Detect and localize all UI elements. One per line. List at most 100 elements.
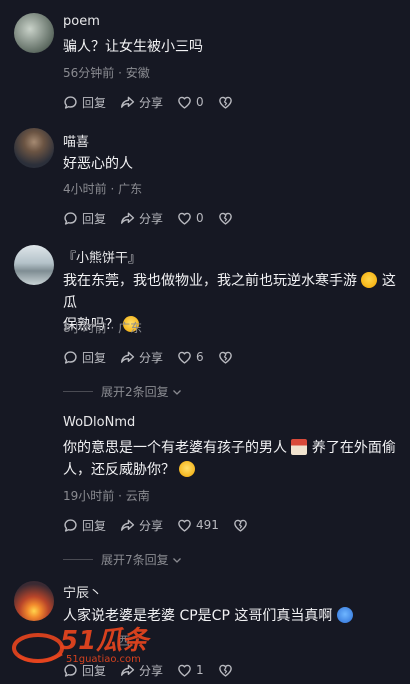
comment-location: 云南 xyxy=(125,489,150,503)
comment-text-line2: 人，还反威胁你？ xyxy=(63,462,175,478)
comment-location: 广东 xyxy=(118,182,143,196)
share-icon xyxy=(121,212,135,224)
broken-heart-icon xyxy=(218,664,232,677)
comment-time: 8小时前 xyxy=(63,321,107,335)
comment-meta: 4小时前 · 广东 xyxy=(63,180,142,197)
dislike-button[interactable] xyxy=(218,350,233,365)
chevron-down-icon xyxy=(172,557,181,563)
dislike-button[interactable] xyxy=(218,211,233,226)
share-label: 分享 xyxy=(139,211,164,226)
laughing-emoji-icon xyxy=(361,272,378,288)
broken-heart-icon xyxy=(218,351,232,364)
like-button[interactable]: 1 xyxy=(177,663,204,678)
like-button[interactable]: 0 xyxy=(177,95,204,110)
like-count: 0 xyxy=(196,95,204,109)
dislike-button[interactable] xyxy=(218,95,233,110)
house-emoji-icon xyxy=(291,439,308,455)
avatar[interactable] xyxy=(14,581,54,621)
reply-label: 回复 xyxy=(82,518,107,533)
separator: · xyxy=(110,321,115,335)
blushing-emoji-icon xyxy=(336,607,353,623)
reply-button[interactable]: 回复 xyxy=(63,210,106,227)
comment-meta: 56分钟前 · 安徽 xyxy=(63,64,150,81)
separator: · xyxy=(118,489,122,503)
comment-actions: 回复 分享 491 xyxy=(63,516,262,534)
heart-icon xyxy=(178,351,191,364)
heart-icon xyxy=(178,519,191,532)
comment-text: 你的意思是一个有老婆有孩子的男人 养了在外面偷 人，还反威胁你？ xyxy=(63,437,408,481)
comment-time: 4小时前 xyxy=(63,182,107,196)
comment-location: 广东 xyxy=(118,321,143,335)
share-button[interactable]: 分享 xyxy=(120,210,163,227)
share-button[interactable]: 分享 xyxy=(120,517,163,534)
heart-icon xyxy=(178,664,191,677)
reply-button[interactable]: 回复 xyxy=(63,517,106,534)
share-label: 分享 xyxy=(139,350,164,365)
share-icon xyxy=(121,519,135,531)
comment-icon xyxy=(64,350,77,364)
avatar[interactable] xyxy=(14,13,54,53)
comment-meta: 19小时前 · 云南 xyxy=(63,487,150,504)
comment-icon xyxy=(64,518,77,532)
share-button[interactable]: 分享 xyxy=(120,94,163,111)
broken-heart-icon xyxy=(234,519,247,532)
comment-icon xyxy=(64,95,77,109)
dislike-button[interactable] xyxy=(218,663,233,678)
reply-label: 回复 xyxy=(82,211,107,226)
like-button[interactable]: 0 xyxy=(177,211,204,226)
share-icon xyxy=(121,351,135,363)
watermark-logo: 51瓜条 51guatiao.com xyxy=(8,618,168,680)
watermark-brand: 51瓜条 xyxy=(60,626,149,656)
expand-replies-label: 展开2条回复 xyxy=(101,385,169,399)
username[interactable]: WoDloNmd xyxy=(63,415,135,430)
comment-text: 骗人？让女生被小三吗 xyxy=(63,39,203,55)
heart-icon xyxy=(178,96,191,109)
share-icon xyxy=(121,96,135,108)
separator: · xyxy=(110,182,115,196)
divider xyxy=(63,391,93,392)
comment-text-line1: 你的意思是一个有老婆有孩子的男人 xyxy=(63,440,287,456)
like-button[interactable]: 6 xyxy=(177,350,204,365)
username[interactable]: 『小熊饼干』 xyxy=(63,247,141,266)
like-count: 6 xyxy=(196,350,204,364)
share-button[interactable]: 分享 xyxy=(120,349,163,366)
watermark-url: 51guatiao.com xyxy=(66,654,141,665)
like-count: 1 xyxy=(196,663,204,677)
comment-time: 19小时前 xyxy=(63,489,115,503)
like-button[interactable]: 491 xyxy=(177,518,219,533)
reply-label: 回复 xyxy=(82,350,107,365)
avatar[interactable] xyxy=(14,128,54,168)
username[interactable]: 喵喜 xyxy=(63,131,89,150)
comment-actions: 回复 分享 0 xyxy=(63,93,247,111)
comment-location: 安徽 xyxy=(125,66,150,80)
expand-replies-button[interactable]: 展开2条回复 xyxy=(63,383,183,400)
like-count: 0 xyxy=(196,211,204,225)
comment-text-line1: 我在东莞，我也做物业，我之前也玩逆水寒手游 xyxy=(63,273,357,289)
comment-time: 56分钟前 xyxy=(63,66,115,80)
heart-icon xyxy=(178,212,191,225)
broken-heart-icon xyxy=(218,96,232,109)
thinking-emoji-icon xyxy=(179,461,196,477)
comment-icon xyxy=(64,211,77,225)
comment-actions: 回复 分享 6 xyxy=(63,348,247,366)
comment-text: 好恶心的人 xyxy=(63,156,133,172)
avatar[interactable] xyxy=(14,245,54,285)
share-label: 分享 xyxy=(139,518,164,533)
share-label: 分享 xyxy=(139,95,164,110)
comment-actions: 回复 分享 0 xyxy=(63,209,247,227)
dislike-button[interactable] xyxy=(233,518,248,533)
reply-button[interactable]: 回复 xyxy=(63,349,106,366)
comment-meta: 8小时前 · 广东 xyxy=(63,319,142,336)
broken-heart-icon xyxy=(218,212,232,225)
expand-replies-button[interactable]: 展开7条回复 xyxy=(63,551,183,568)
username[interactable]: poem xyxy=(63,14,100,29)
comment-text-line1-end: 养了在外面偷 xyxy=(311,440,396,456)
like-count: 491 xyxy=(196,518,219,532)
reply-button[interactable]: 回复 xyxy=(63,94,106,111)
expand-replies-label: 展开7条回复 xyxy=(101,553,169,567)
divider xyxy=(63,559,93,560)
reply-label: 回复 xyxy=(82,95,107,110)
separator: · xyxy=(118,66,122,80)
chevron-down-icon xyxy=(172,389,181,395)
username[interactable]: 宁辰丶 xyxy=(63,582,102,601)
